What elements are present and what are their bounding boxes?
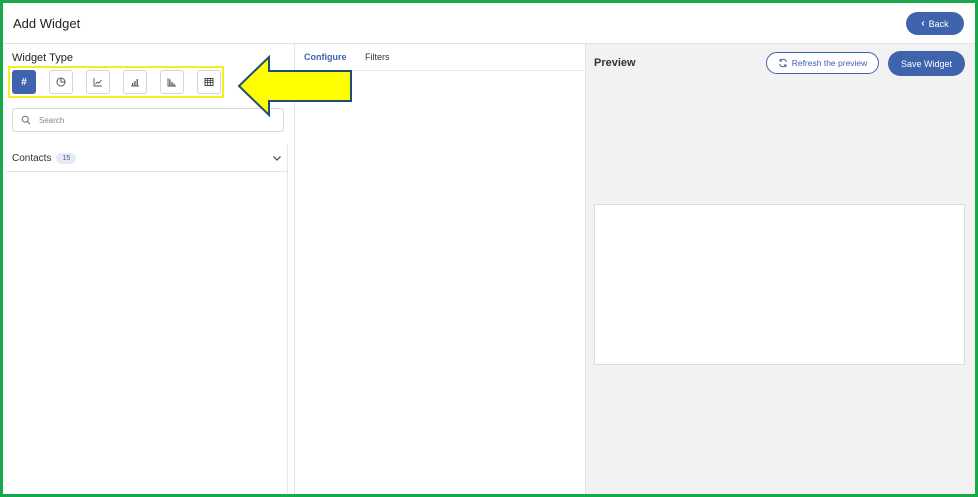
line-chart-icon [93,78,102,87]
preview-panel: Preview Refresh the preview Save Widget [586,44,975,494]
widget-type-selector: # [12,70,221,94]
left-panel-divider [287,144,288,494]
refresh-icon [778,58,787,68]
back-button-label: Back [928,18,949,29]
contacts-count-badge: 15 [56,153,77,164]
chevron-down-icon[interactable] [271,152,283,164]
widget-type-pie-button[interactable] [49,70,73,94]
widget-type-line-button[interactable] [86,70,110,94]
save-widget-button[interactable]: Save Widget [888,51,965,76]
contacts-label: Contacts [12,153,52,164]
page-header: Add Widget ‹ Back [3,3,975,44]
chevron-left-icon: ‹ [921,18,925,29]
page-title: Add Widget [13,16,81,31]
screenshot-frame: Add Widget ‹ Back Widget Type # Search C… [0,0,978,497]
widget-type-label: Widget Type [12,52,73,64]
tab-filters[interactable]: Filters [365,52,390,62]
refresh-preview-button[interactable]: Refresh the preview [766,52,879,74]
widget-type-bar-button[interactable] [123,70,147,94]
widget-type-table-button[interactable] [197,70,221,94]
refresh-preview-label: Refresh the preview [791,58,868,68]
search-input[interactable] [37,114,261,126]
search-icon [21,115,31,125]
contacts-section-header[interactable]: Contacts 15 [6,146,289,172]
bar-chart-icon [131,79,139,87]
table-icon [204,78,214,86]
preview-title: Preview [594,57,636,69]
preview-canvas [594,204,965,365]
pie-chart-icon [56,77,66,87]
widget-type-column-button[interactable] [160,70,184,94]
hash-icon: # [21,76,27,88]
horizontal-bar-chart-icon [167,78,176,87]
widget-type-number-button[interactable]: # [12,70,36,94]
annotation-arrow-icon [237,55,352,117]
back-button[interactable]: ‹ Back [906,12,964,35]
